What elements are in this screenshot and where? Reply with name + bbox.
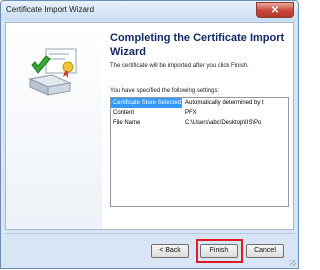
settings-row[interactable]: File Name C:\Users\abc\Desktop\IIS\Po (111, 118, 288, 128)
window-title: Certificate Import Wizard (6, 5, 95, 14)
resize-grip[interactable] (290, 260, 296, 266)
close-icon: ✕ (270, 5, 280, 16)
cancel-button[interactable]: Cancel (246, 244, 284, 258)
footer-divider (5, 233, 295, 234)
setting-key: Certificate Store Selected (111, 98, 182, 108)
certificate-install-illustration (28, 48, 77, 96)
close-button[interactable]: ✕ (256, 2, 294, 18)
settings-label: You have specified the following setting… (110, 88, 220, 94)
setting-value: PFX (185, 110, 197, 116)
back-button[interactable]: < Back (151, 244, 189, 258)
settings-list[interactable]: Certificate Store Selected Automatically… (110, 97, 289, 207)
setting-value: Automatically determined by t (185, 100, 264, 106)
finish-button[interactable]: Finish (200, 244, 238, 258)
settings-row[interactable]: Certificate Store Selected Automatically… (111, 98, 288, 108)
certificate-import-wizard-window: Certificate Import Wizard ✕ Completing t… (0, 0, 299, 269)
settings-row[interactable]: Content PFX (111, 108, 288, 118)
setting-value: C:\Users\abc\Desktop\IIS\Po (185, 120, 262, 126)
wizard-heading: Completing the Certificate Import Wizard (110, 32, 285, 58)
wizard-subtitle: The certificate will be imported after y… (110, 63, 249, 69)
title-bar: Certificate Import Wizard ✕ (1, 1, 298, 21)
wizard-content: Completing the Certificate Import Wizard… (5, 22, 294, 230)
setting-key: Content (113, 110, 135, 116)
wizard-side-panel (6, 23, 102, 229)
setting-key: File Name (113, 120, 141, 126)
